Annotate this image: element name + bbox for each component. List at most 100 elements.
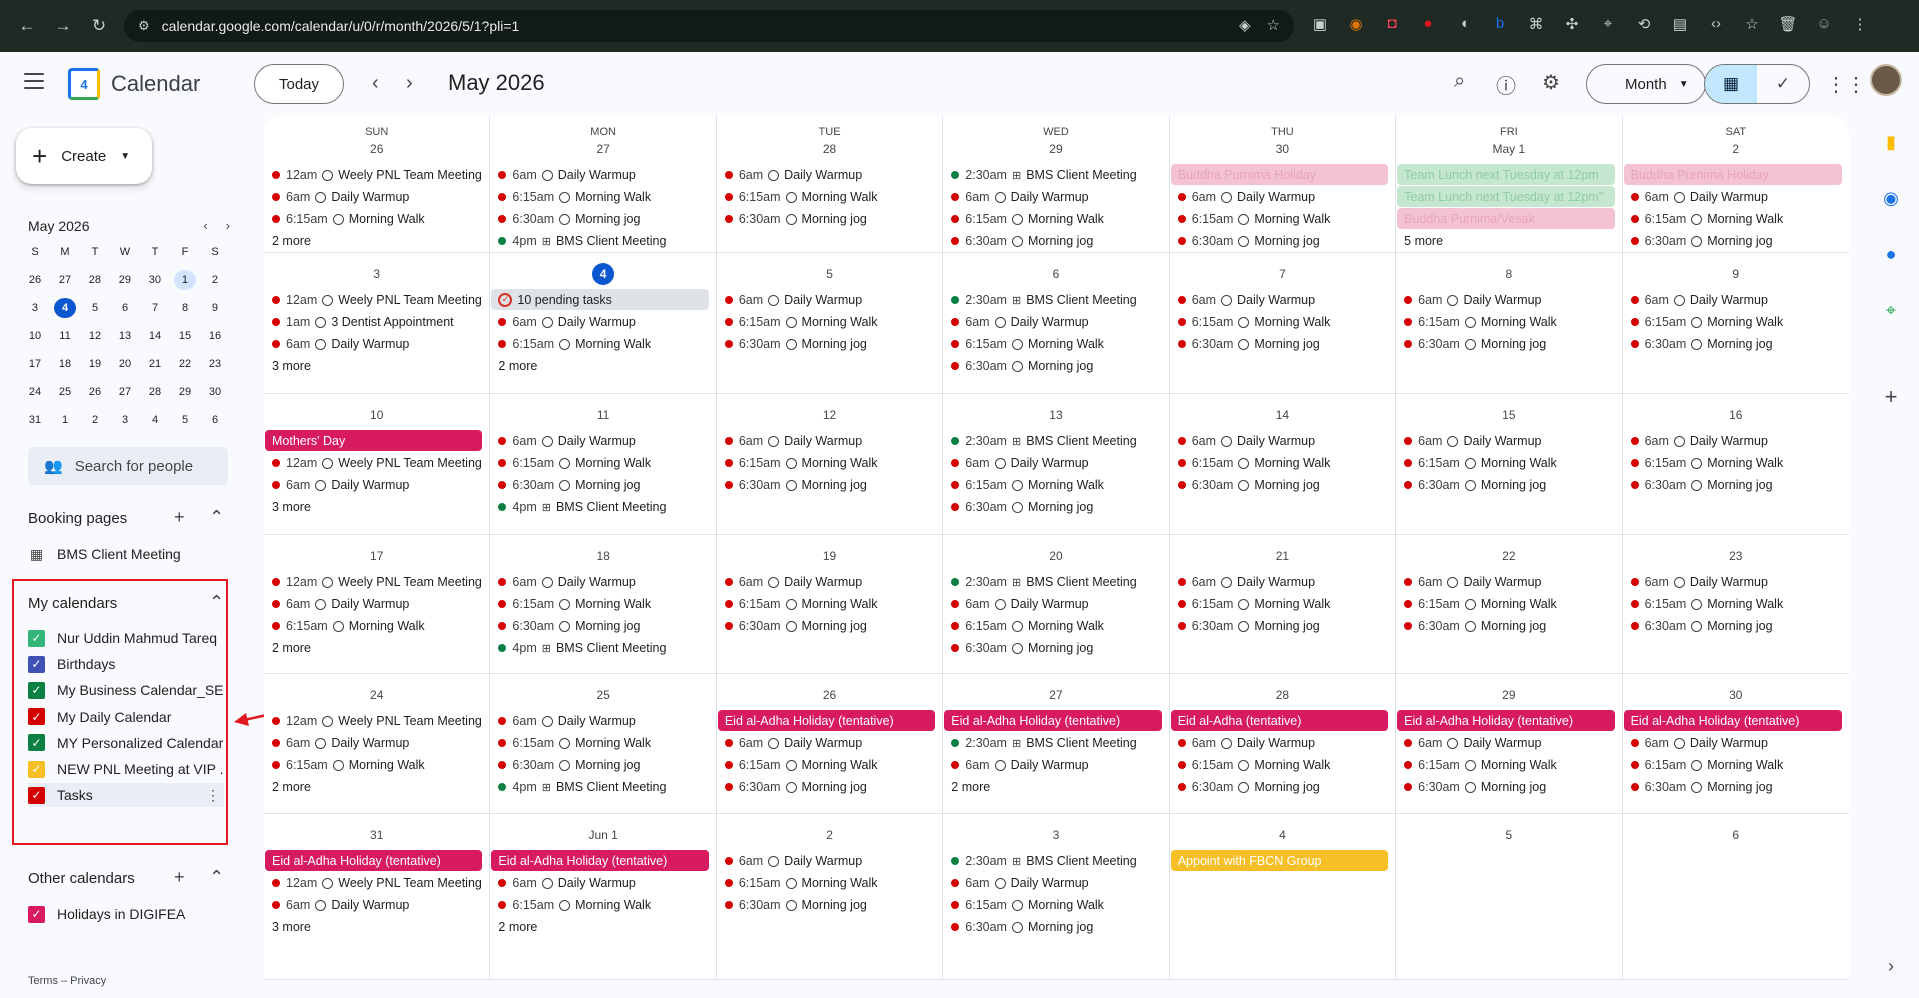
- calendar-event[interactable]: 12am Weely PNL Team Meeting: [264, 571, 489, 593]
- calendar-event[interactable]: 6:15am Morning Walk: [1623, 452, 1849, 474]
- today-button[interactable]: Today: [254, 64, 344, 104]
- calendar-event[interactable]: 6am Daily Warmup: [1170, 732, 1395, 754]
- task-circle-icon[interactable]: [994, 877, 1006, 889]
- mini-day[interactable]: 17: [20, 354, 50, 374]
- calendar-event[interactable]: 6am Daily Warmup: [1623, 430, 1849, 452]
- day-number[interactable]: 19: [717, 545, 942, 567]
- day-cell[interactable]: 17 12am Weely PNL Team Meeting 6am Daily War…: [264, 535, 491, 673]
- day-cell[interactable]: 29 Eid al-Adha Holiday (tentative) 6am Dail…: [1396, 674, 1623, 813]
- task-circle-icon[interactable]: [559, 759, 571, 771]
- calendar-event[interactable]: 1am 3 Dentist Appointment: [264, 311, 489, 333]
- task-circle-icon[interactable]: [315, 316, 327, 328]
- task-circle-icon[interactable]: [1691, 620, 1703, 632]
- settings-gear-icon[interactable]: ⚙: [1542, 70, 1560, 95]
- day-cell[interactable]: 23 6am Daily Warmup 6:15am Morning Walk 6:30a…: [1623, 535, 1849, 673]
- mini-day[interactable]: 11: [50, 326, 80, 346]
- tab-search-icon[interactable]: ▤: [1670, 15, 1690, 33]
- day-cell[interactable]: 28 Eid al-Adha (tentative) 6am Daily Warmup…: [1170, 674, 1397, 813]
- calendar-event[interactable]: 6am Daily Warmup: [490, 311, 715, 333]
- calendar-event[interactable]: 2:30am ⊞ BMS Client Meeting: [943, 430, 1168, 452]
- calendar-event[interactable]: 12am Weely PNL Team Meeting: [264, 452, 489, 474]
- day-number[interactable]: 27: [943, 684, 1168, 706]
- day-cell[interactable]: 10 Mothers' Day 12am Weely PNL Team Meeting…: [264, 394, 491, 534]
- translate-extension-icon[interactable]: ⌘: [1526, 15, 1546, 33]
- day-cell[interactable]: FRI May 1 Team Lunch next Tuesday at 12pm T…: [1396, 116, 1623, 252]
- calendar-event[interactable]: 6:30am Morning jog: [943, 637, 1168, 659]
- mini-day[interactable]: 23: [200, 354, 230, 374]
- calendar-event[interactable]: 6am Daily Warmup: [717, 164, 942, 186]
- calendar-event[interactable]: 6am Daily Warmup: [264, 593, 489, 615]
- mini-day[interactable]: 3: [110, 410, 140, 430]
- more-events-link[interactable]: 5 more: [1396, 230, 1621, 252]
- task-circle-icon[interactable]: [1011, 620, 1023, 632]
- extension-icon[interactable]: ◉: [1346, 15, 1366, 33]
- day-number[interactable]: 28: [717, 138, 942, 160]
- add-addon-icon[interactable]: +: [1880, 384, 1902, 409]
- all-day-event[interactable]: Eid al-Adha (tentative): [1170, 710, 1389, 731]
- task-circle-icon[interactable]: [315, 338, 327, 350]
- task-circle-icon[interactable]: [785, 781, 797, 793]
- checkbox-checked-icon[interactable]: ✓: [28, 905, 45, 923]
- day-cell[interactable]: 3 12am Weely PNL Team Meeting 1am 3 Dentist …: [264, 253, 491, 393]
- task-circle-icon[interactable]: [1238, 457, 1250, 469]
- task-circle-icon[interactable]: [541, 877, 553, 889]
- contacts-icon[interactable]: ●: [1880, 244, 1902, 266]
- task-circle-icon[interactable]: [994, 457, 1006, 469]
- day-cell[interactable]: MON 27 6am Daily Warmup 6:15am Morning Walk 6:…: [490, 116, 717, 252]
- day-number[interactable]: 16: [1623, 404, 1849, 426]
- calendar-event[interactable]: 6:15am Morning Walk: [943, 208, 1168, 230]
- task-circle-icon[interactable]: [322, 457, 334, 469]
- calendar-event[interactable]: 6:30am Morning jog: [1170, 474, 1395, 496]
- day-number[interactable]: 17: [264, 545, 489, 567]
- calendar-event[interactable]: 6:15am Morning Walk: [264, 208, 489, 230]
- task-circle-icon[interactable]: [315, 899, 327, 911]
- avatar[interactable]: [1870, 64, 1902, 96]
- mini-day[interactable]: 28: [80, 270, 110, 290]
- calendar-event[interactable]: 6:15am Morning Walk: [717, 754, 942, 776]
- day-cell[interactable]: 16 6am Daily Warmup 6:15am Morning Walk 6:30a…: [1623, 394, 1849, 534]
- calendar-event[interactable]: 6:15am Morning Walk: [1623, 593, 1849, 615]
- task-circle-icon[interactable]: [785, 457, 797, 469]
- calendar-event[interactable]: 12am Weely PNL Team Meeting: [264, 710, 489, 732]
- calendar-event[interactable]: 6:30am Morning jog: [1623, 776, 1849, 798]
- calendar-event[interactable]: 6:30am Morning jog: [1396, 615, 1621, 637]
- day-number[interactable]: 24: [264, 684, 489, 706]
- task-circle-icon[interactable]: [1673, 576, 1685, 588]
- day-number[interactable]: May 1: [1396, 138, 1621, 160]
- task-circle-icon[interactable]: [1464, 598, 1476, 610]
- day-number[interactable]: 31: [264, 824, 489, 846]
- calendar-event[interactable]: 6:15am Morning Walk: [1170, 311, 1395, 333]
- task-circle-icon[interactable]: [1011, 899, 1023, 911]
- mini-day[interactable]: 26: [80, 382, 110, 402]
- task-circle-icon[interactable]: [768, 855, 780, 867]
- task-circle-icon[interactable]: [1464, 457, 1476, 469]
- task-circle-icon[interactable]: [322, 294, 334, 306]
- task-circle-icon[interactable]: [541, 435, 553, 447]
- calendar-event[interactable]: 4pm ⊞ BMS Client Meeting: [490, 496, 715, 518]
- task-circle-icon[interactable]: [785, 598, 797, 610]
- mini-day[interactable]: 1: [174, 270, 196, 290]
- calendar-item-holidays-in-digifea[interactable]: ✓ Holidays in DIGIFEA: [28, 902, 224, 926]
- calendar-event[interactable]: 6am Daily Warmup: [1396, 289, 1621, 311]
- task-circle-icon[interactable]: [315, 191, 327, 203]
- day-number[interactable]: 25: [490, 684, 715, 706]
- day-number[interactable]: 10: [264, 404, 489, 426]
- task-circle-icon[interactable]: [1221, 191, 1233, 203]
- calendar-event[interactable]: 6:30am Morning jog: [717, 615, 942, 637]
- day-number[interactable]: 6: [1623, 824, 1849, 846]
- day-number[interactable]: 29: [943, 138, 1168, 160]
- terms-privacy-link[interactable]: Terms – Privacy: [28, 975, 106, 987]
- mini-day[interactable]: 27: [50, 270, 80, 290]
- expand-panel-icon[interactable]: ›: [1880, 956, 1902, 978]
- calendar-event[interactable]: 6am Daily Warmup: [264, 333, 489, 355]
- mini-day[interactable]: 1: [50, 410, 80, 430]
- mini-day[interactable]: 6: [200, 410, 230, 430]
- task-circle-icon[interactable]: [768, 169, 780, 181]
- reload-icon[interactable]: ↻: [88, 16, 110, 36]
- task-circle-icon[interactable]: [1011, 642, 1023, 654]
- calendar-event[interactable]: 6am Daily Warmup: [264, 894, 489, 916]
- calendar-event[interactable]: 6:15am Morning Walk: [490, 894, 715, 916]
- bing-extension-icon[interactable]: b: [1490, 15, 1510, 33]
- task-circle-icon[interactable]: [322, 576, 334, 588]
- task-circle-icon[interactable]: [1691, 759, 1703, 771]
